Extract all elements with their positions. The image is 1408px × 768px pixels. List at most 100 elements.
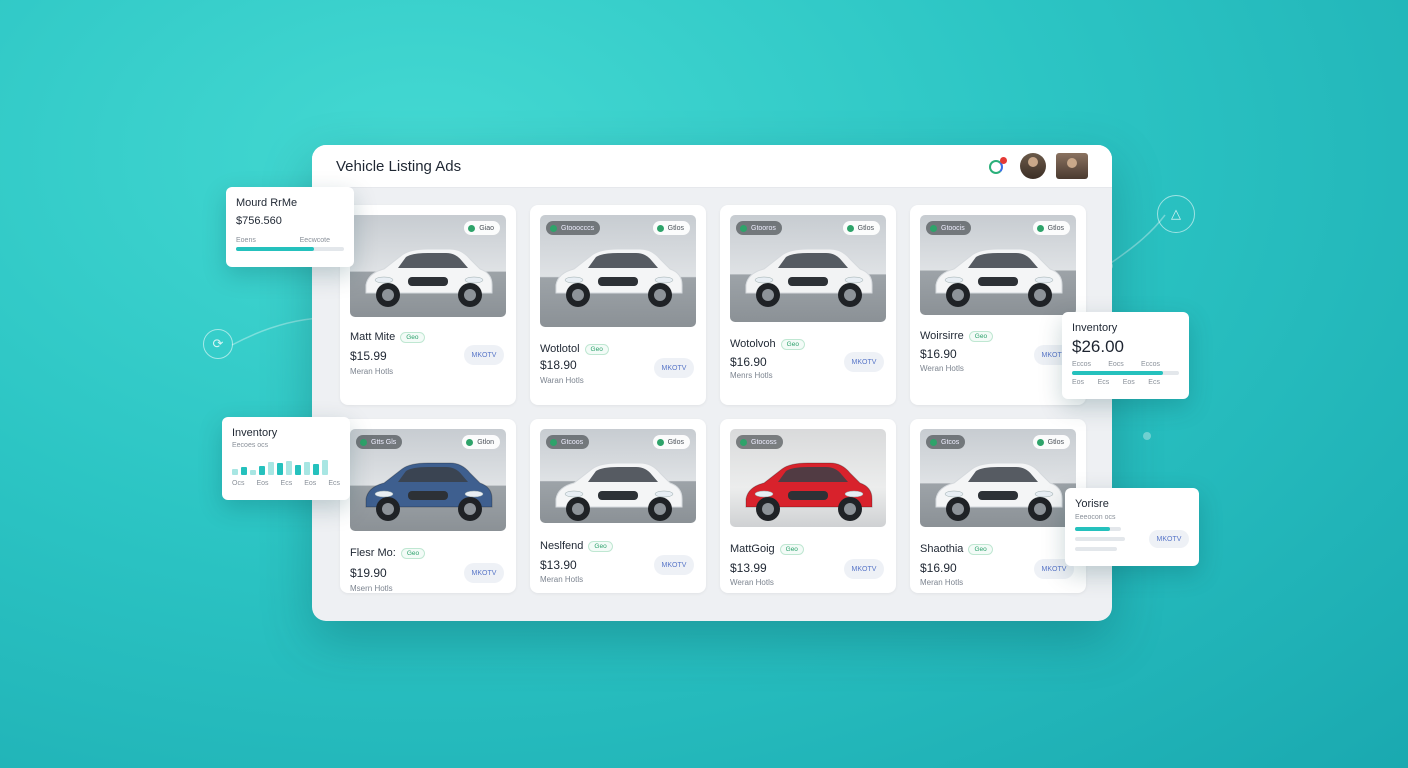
listing-tag: Geo [780,338,805,350]
listing-photo[interactable]: Gtcoos Gtlos [540,429,696,523]
listing-action-button[interactable]: MKOTV [844,559,884,579]
car-image [745,462,873,521]
image-badge-label: Gtocoss [751,438,777,446]
listing-action-button[interactable]: MKOTV [654,555,694,575]
page-title: Vehicle Listing Ads [336,157,462,175]
axis-label: Ecs [1097,379,1110,386]
axis-label: Eos [256,480,269,487]
listing-photo[interactable]: Gtooros Gtlos [730,215,886,322]
listing-subtitle: Waran Hotls [540,376,584,385]
listing-name-text: Wotlotol [540,343,580,355]
app-header: Vehicle Listing Ads [312,145,1112,188]
status-dot [656,438,664,446]
listing-name-text: Shaothia [920,543,964,555]
image-badge: Gtcoos [546,435,590,449]
listing-price: $13.99 [730,561,767,575]
listing-action-button[interactable]: MKOTV [844,352,884,372]
listing-subtitle: Meran Hotls [920,578,964,587]
image-badge: Gtlos [652,221,690,235]
listing-name-text: Matt Mite [350,331,396,343]
listing-price: $13.90 [540,558,577,572]
listing-name-text: MattGoig [730,543,775,555]
status-dot [466,438,474,446]
listing-card[interactable]: Gtooocccs Gtlos Wotlotol Geo $18.90 Wara… [530,205,706,405]
car-image [555,462,683,521]
axis-label: Ecs [280,480,293,487]
listing-tag: Geo [400,331,425,343]
listing-name-text: Woirsirre [920,330,964,342]
listing-action-button[interactable]: MKOTV [464,345,504,365]
image-badge-label: Gtlos [1047,438,1064,446]
mini-bar [259,466,265,475]
listing-card[interactable]: Gtts Gls Gtlon Flesr Mo: Geo $19.90 Mser… [340,419,516,593]
listing-price: $16.90 [920,561,957,575]
summary-widget: Mourd RrMe $756.560 Eoens Eecwcote [226,187,354,267]
mini-bar [313,464,319,475]
network-icon: △ [1157,195,1195,233]
status-dot [360,438,367,446]
listing-name: Wotlotol Geo [540,343,609,355]
listing-photo[interactable]: Giao [350,215,506,317]
listing-photo[interactable]: Gtcos Gtlos [920,429,1076,527]
listing-price: $15.99 [350,349,387,363]
listing-tag: Geo [968,543,993,555]
inventory-widget: Inventory $26.00 Eccos Eocs Eccos Eos Ecs… [1062,312,1189,399]
axis-label: Ecs [328,480,340,487]
image-badge-label: Gtlon [477,438,494,446]
widget-value: $756.560 [236,215,282,227]
listing-card[interactable]: Gtcos Gtlos Shaothia Geo $16.90 Meran Ho… [910,419,1086,593]
progress-bar [1075,527,1121,531]
status-dot [846,224,854,232]
decor-dot [1143,432,1151,440]
mini-bar [277,463,283,475]
action-button[interactable]: MKOTV [1149,530,1189,548]
image-badge-label: Gtooros [751,224,776,232]
image-badge-label: Gtooocccs [561,224,595,232]
listing-tag: Geo [584,343,609,355]
listing-card[interactable]: Gtoocis Gtlos Woirsirre Geo $16.90 Weran… [910,205,1086,405]
listing-card[interactable]: Gtooros Gtlos Wotolvoh Geo $16.90 Menrs … [720,205,896,405]
listing-name: Shaothia Geo [920,543,993,555]
image-badge-label: Gtlos [1047,224,1064,232]
image-badge: Gtooros [736,221,782,235]
listing-tag: Geo [968,330,994,342]
status-dot [1036,224,1044,232]
widget-title: Inventory [1072,322,1118,334]
widget-subtitle: Eecoes ocs [232,442,269,449]
listing-card[interactable]: Gtocoss MattGoig Geo $13.99 Weran Hotls … [720,419,896,593]
listing-card[interactable]: Gtcoos Gtlos Neslfend Geo $13.90 Meran H… [530,419,706,593]
profile-avatar[interactable] [1056,153,1088,179]
listing-subtitle: Menrs Hotls [730,371,773,380]
widget-title: Mourd RrMe [236,197,298,209]
mini-bar [322,459,328,475]
listing-photo[interactable]: Gtooocccs Gtlos [540,215,696,327]
listing-name: MattGoig Geo [730,543,804,555]
widget-title: Inventory [232,427,278,439]
mini-bar [268,462,274,475]
image-badge-label: Gtcoos [561,438,584,446]
listing-price: $16.90 [920,347,957,361]
image-badge-label: Gtcos [941,438,960,446]
mini-bar [232,468,238,475]
listing-card[interactable]: Giao Matt Mite Geo $15.99 Meran Hotls MK… [340,205,516,405]
listing-photo[interactable]: Gtocoss [730,429,886,527]
listing-photo[interactable]: Gtoocis Gtlos [920,215,1076,315]
axis-label: Eos [1122,379,1135,386]
notification-icon[interactable] [988,157,1007,175]
image-badge: Gtts Gls [356,435,403,449]
widget-label: Eecwcote [299,237,330,244]
listing-price: $16.90 [730,355,767,369]
mini-bar [241,466,247,475]
listing-photo[interactable]: Gtts Gls Gtlon [350,429,506,531]
listing-subtitle: Meran Hotls [540,575,584,584]
avatar[interactable] [1020,153,1046,179]
widget-subtitle: Eeeocon ocs [1075,514,1116,521]
listing-action-button[interactable]: MKOTV [464,563,504,583]
mini-bar [250,469,256,475]
status-widget: Yorisre Eeeocon ocs MKOTV [1065,488,1199,566]
listing-action-button[interactable]: MKOTV [654,358,694,378]
car-image [935,462,1063,521]
image-badge-label: Gtlos [667,438,684,446]
listing-tag: Geo [400,547,426,559]
progress-bar [236,247,344,251]
